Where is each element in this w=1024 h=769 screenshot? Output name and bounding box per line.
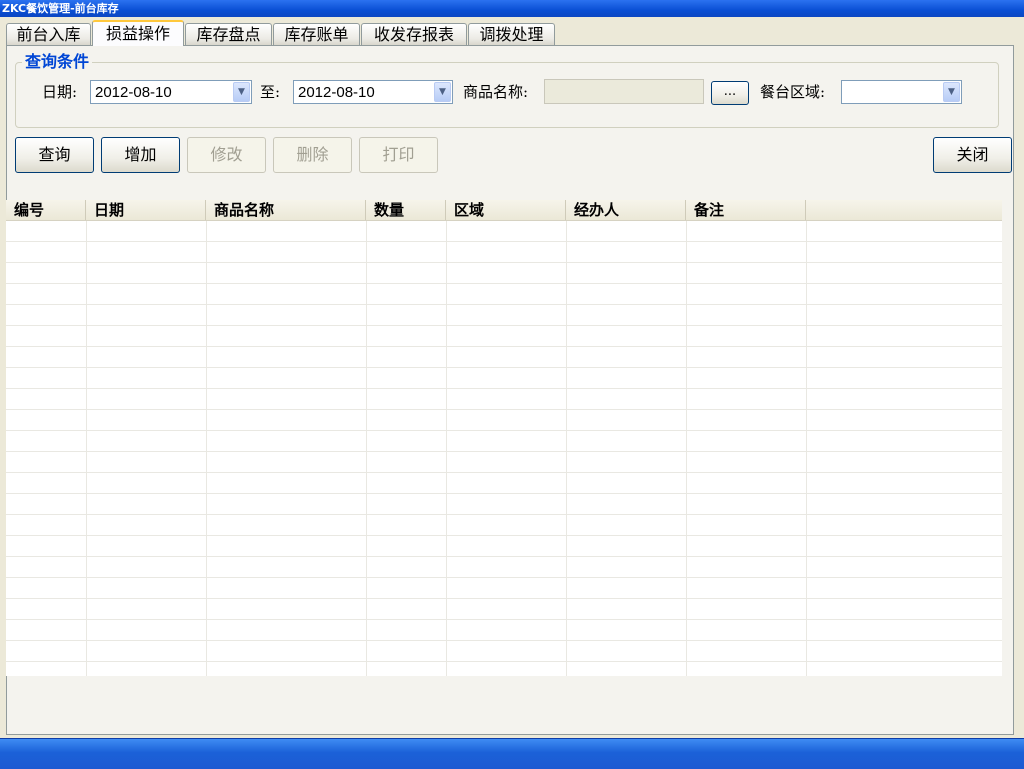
date-label: 日期:: [42, 83, 78, 101]
column-header-area[interactable]: 区域: [446, 200, 566, 220]
to-label: 至:: [260, 83, 281, 101]
column-header-id[interactable]: 编号: [6, 200, 86, 220]
table-row[interactable]: [6, 347, 1002, 368]
tab-front-stock-in[interactable]: 前台入库: [6, 23, 91, 45]
tab-loss-gain[interactable]: 损益操作: [92, 20, 184, 46]
loss-gain-table[interactable]: 编号 日期 商品名称 数量 区域 经办人 备注: [6, 200, 1002, 676]
table-header: 编号 日期 商品名称 数量 区域 经办人 备注: [6, 200, 1002, 221]
date-to-value: 2012-08-10: [298, 84, 375, 101]
chevron-down-icon[interactable]: ▼: [434, 82, 451, 102]
table-row[interactable]: [6, 473, 1002, 494]
table-row[interactable]: [6, 263, 1002, 284]
table-row[interactable]: [6, 557, 1002, 578]
table-row[interactable]: [6, 431, 1002, 452]
query-conditions-group: 查询条件 日期: 2012-08-10 ▼ 至: 2012-08-10 ▼ 商品…: [15, 53, 999, 128]
window-title: ZKC餐饮管理-前台库存: [0, 0, 1024, 17]
status-bar: [0, 738, 1024, 769]
tab-inout-report[interactable]: 收发存报表: [361, 23, 467, 45]
tab-transfer[interactable]: 调拨处理: [468, 23, 555, 45]
table-row[interactable]: [6, 578, 1002, 599]
table-body[interactable]: [6, 221, 1002, 676]
close-button[interactable]: 关闭: [933, 137, 1012, 173]
date-from-picker[interactable]: 2012-08-10 ▼: [90, 80, 252, 104]
print-button[interactable]: 打印: [359, 137, 438, 173]
table-row[interactable]: [6, 515, 1002, 536]
column-header-quantity[interactable]: 数量: [366, 200, 446, 220]
table-row[interactable]: [6, 284, 1002, 305]
date-to-picker[interactable]: 2012-08-10 ▼: [293, 80, 453, 104]
tab-page-loss-gain: 查询条件 日期: 2012-08-10 ▼ 至: 2012-08-10 ▼ 商品…: [6, 45, 1014, 735]
table-row[interactable]: [6, 641, 1002, 662]
client-area: 前台入库 损益操作 库存盘点 库存账单 收发存报表 调拨处理 查询条件 日期: …: [2, 17, 1022, 737]
table-row[interactable]: [6, 410, 1002, 431]
product-name-input[interactable]: [544, 79, 704, 104]
table-row[interactable]: [6, 221, 1002, 242]
table-row[interactable]: [6, 389, 1002, 410]
query-button[interactable]: 查询: [15, 137, 94, 173]
browse-product-button[interactable]: ...: [711, 81, 749, 105]
chevron-down-icon[interactable]: ▼: [233, 82, 250, 102]
table-row[interactable]: [6, 368, 1002, 389]
column-header-date[interactable]: 日期: [86, 200, 206, 220]
column-header-remarks[interactable]: 备注: [686, 200, 806, 220]
tab-stocktake[interactable]: 库存盘点: [185, 23, 272, 45]
column-header-handler[interactable]: 经办人: [566, 200, 686, 220]
table-row[interactable]: [6, 599, 1002, 620]
table-area-select[interactable]: ▼: [841, 80, 962, 104]
add-button[interactable]: 增加: [101, 137, 180, 173]
table-row[interactable]: [6, 620, 1002, 641]
table-area-label: 餐台区域:: [760, 83, 826, 101]
table-row[interactable]: [6, 242, 1002, 263]
table-row[interactable]: [6, 452, 1002, 473]
table-row[interactable]: [6, 494, 1002, 515]
delete-button[interactable]: 删除: [273, 137, 352, 173]
query-conditions-legend: 查询条件: [22, 53, 93, 71]
product-name-label: 商品名称:: [463, 83, 529, 101]
table-row[interactable]: [6, 536, 1002, 557]
table-row[interactable]: [6, 305, 1002, 326]
chevron-down-icon[interactable]: ▼: [943, 82, 960, 102]
tab-stock-ledger[interactable]: 库存账单: [273, 23, 360, 45]
date-from-value: 2012-08-10: [95, 84, 172, 101]
table-row[interactable]: [6, 326, 1002, 347]
column-header-product-name[interactable]: 商品名称: [206, 200, 366, 220]
edit-button[interactable]: 修改: [187, 137, 266, 173]
